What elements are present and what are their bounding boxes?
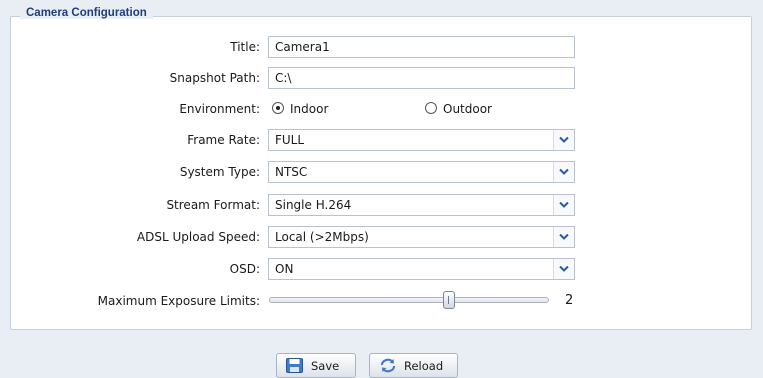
stream-format-select[interactable]: Single H.264 xyxy=(268,194,575,216)
osd-row: OSD: ON xyxy=(0,258,763,280)
snapshot-path-input[interactable] xyxy=(268,67,575,89)
adsl-upload-speed-select[interactable]: Local (>2Mbps) xyxy=(268,226,575,248)
adsl-upload-speed-row: ADSL Upload Speed: Local (>2Mbps) xyxy=(0,226,763,248)
osd-label: OSD: xyxy=(229,262,260,276)
max-exposure-value: 2 xyxy=(565,293,574,308)
max-exposure-label: Maximum Exposure Limits: xyxy=(97,294,260,308)
environment-label: Environment: xyxy=(179,102,260,116)
reload-button[interactable]: Reload xyxy=(369,353,458,378)
chevron-down-icon[interactable] xyxy=(553,227,574,247)
adsl-upload-speed-value: Local (>2Mbps) xyxy=(275,230,369,244)
stream-format-label: Stream Format: xyxy=(166,198,260,212)
environment-indoor-label: Indoor xyxy=(290,102,329,116)
environment-outdoor-label: Outdoor xyxy=(443,102,492,116)
radio-selected-icon xyxy=(272,102,284,114)
radio-unselected-icon xyxy=(425,102,437,114)
stream-format-value: Single H.264 xyxy=(275,198,352,212)
system-type-label: System Type: xyxy=(179,165,260,179)
osd-select[interactable]: ON xyxy=(268,258,575,280)
stream-format-row: Stream Format: Single H.264 xyxy=(0,194,763,216)
title-input[interactable] xyxy=(268,36,575,58)
chevron-down-icon[interactable] xyxy=(553,195,574,215)
environment-row: Environment: Indoor Outdoor xyxy=(0,98,763,120)
max-exposure-slider-handle[interactable] xyxy=(443,291,456,309)
frame-rate-value: FULL xyxy=(275,133,305,147)
chevron-down-icon[interactable] xyxy=(553,259,574,279)
frame-rate-select[interactable]: FULL xyxy=(268,129,575,151)
section-title: Camera Configuration xyxy=(20,7,153,19)
max-exposure-row: Maximum Exposure Limits: 2 xyxy=(0,290,763,312)
snapshot-path-label: Snapshot Path: xyxy=(169,71,260,85)
max-exposure-slider-track[interactable] xyxy=(269,297,549,303)
osd-value: ON xyxy=(275,262,294,276)
frame-rate-row: Frame Rate: FULL xyxy=(0,129,763,151)
adsl-upload-speed-label: ADSL Upload Speed: xyxy=(136,230,260,244)
snapshot-path-row: Snapshot Path: xyxy=(0,67,763,89)
reload-label: Reload xyxy=(404,359,444,373)
save-button[interactable]: Save xyxy=(276,353,356,378)
title-label: Title: xyxy=(230,40,260,54)
system-type-row: System Type: NTSC xyxy=(0,161,763,183)
title-row: Title: xyxy=(0,36,763,58)
chevron-down-icon[interactable] xyxy=(553,162,574,182)
system-type-select[interactable]: NTSC xyxy=(268,161,575,183)
frame-rate-label: Frame Rate: xyxy=(187,133,260,147)
save-label: Save xyxy=(311,359,340,373)
chevron-down-icon[interactable] xyxy=(553,130,574,150)
system-type-value: NTSC xyxy=(275,165,308,179)
floppy-disk-icon xyxy=(286,358,303,376)
reload-icon xyxy=(379,358,397,376)
